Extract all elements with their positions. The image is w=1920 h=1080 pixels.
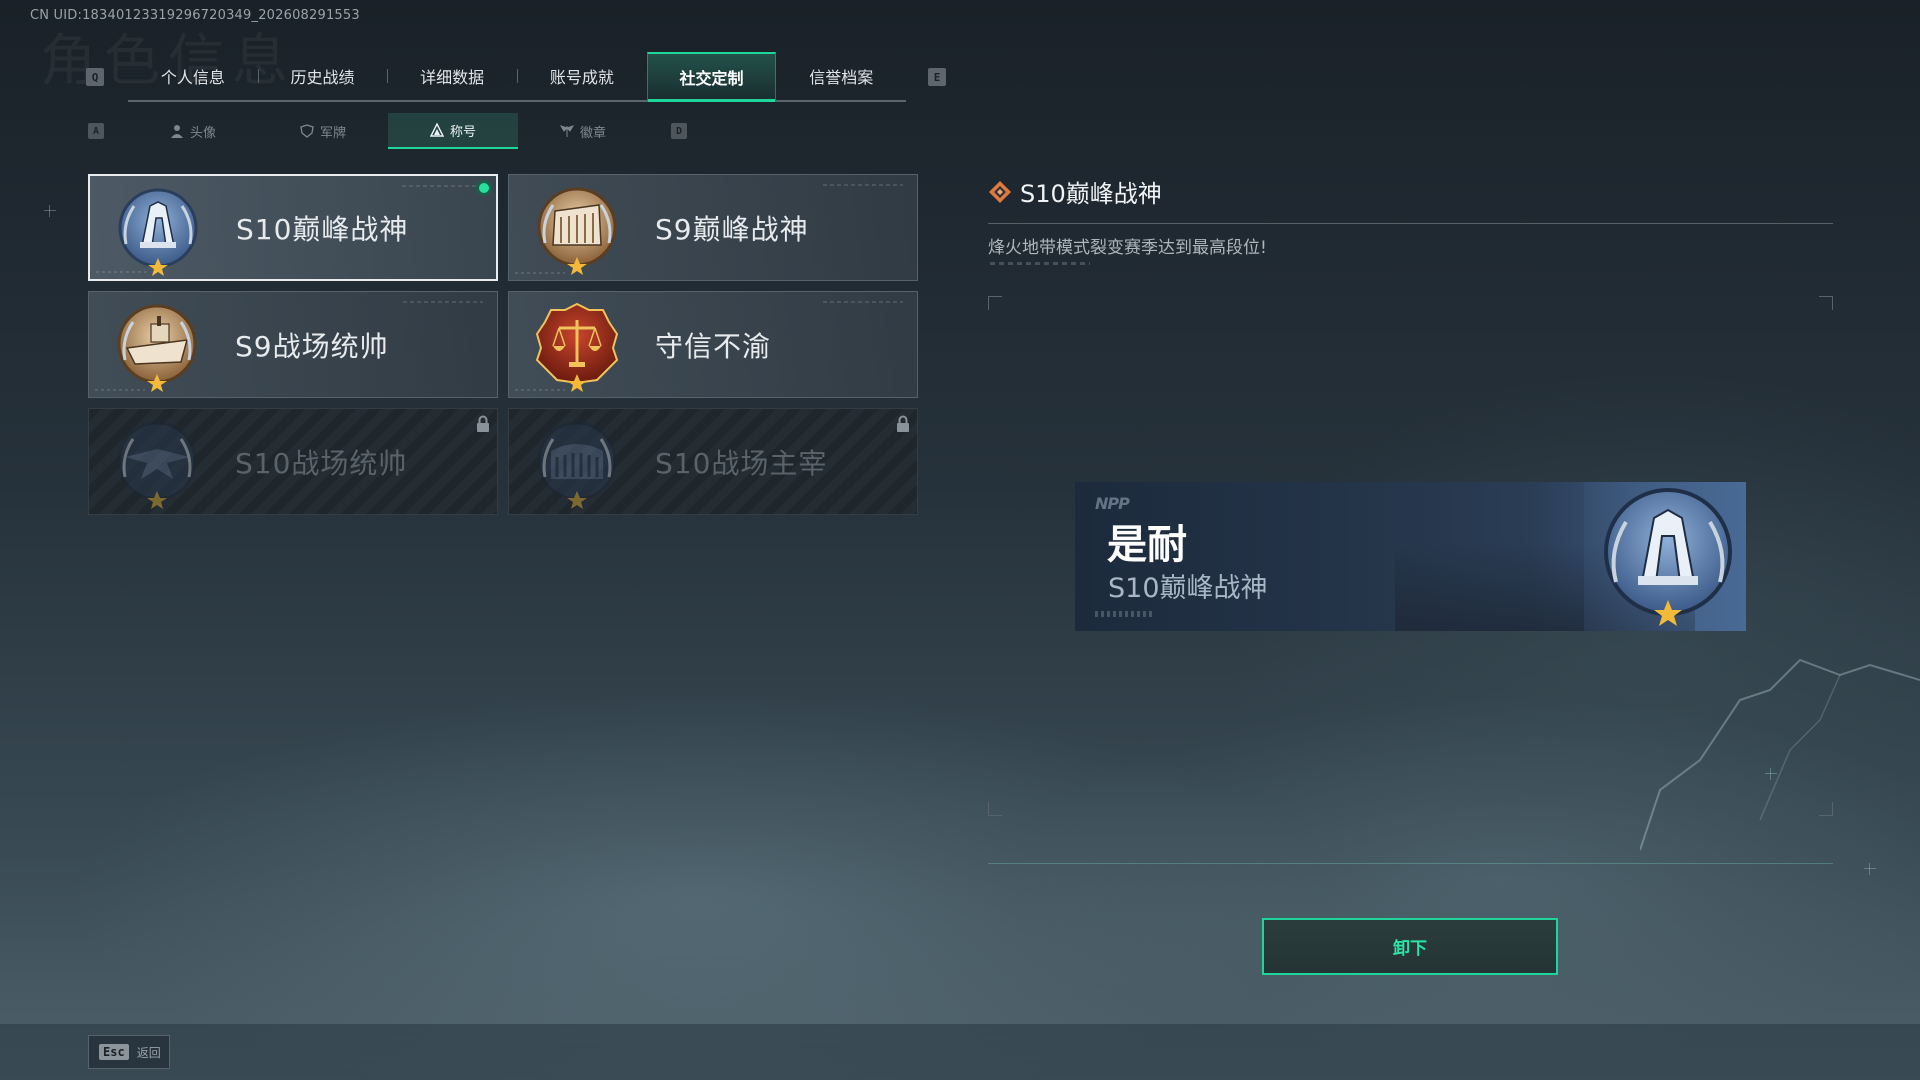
next-tab-key-hint[interactable]: E <box>928 68 946 86</box>
nameplate-emblem-panel <box>1584 482 1746 631</box>
tab-match-history[interactable]: 历史战绩 <box>257 52 388 100</box>
subtab-label: 徽章 <box>579 125 606 141</box>
back-button[interactable]: Esc 返回 <box>88 1035 170 1069</box>
main-tab-bar: 个人信息 历史战绩 详细数据 账号成就 社交定制 信誉档案 <box>128 52 906 102</box>
shield-icon <box>300 124 314 138</box>
title-card-s10-peak[interactable]: S10巅峰战神 <box>88 174 498 281</box>
subtab-label: 头像 <box>189 125 216 141</box>
esc-key-hint: Esc <box>99 1044 129 1060</box>
subtab-badge[interactable]: 徽章 <box>518 113 648 149</box>
blue-colosseum-emblem <box>537 421 617 509</box>
title-card-trustworthy[interactable]: 守信不渝 <box>508 291 918 398</box>
title-card-label: 守信不渝 <box>655 329 772 363</box>
title-card-label: S10战场统帅 <box>235 446 408 480</box>
tab-label: 账号成就 <box>549 68 614 87</box>
prev-tab-key-hint[interactable]: Q <box>86 68 104 86</box>
diamond-icon <box>989 180 1011 203</box>
title-card-label: S10巅峰战神 <box>236 212 409 246</box>
tab-label: 详细数据 <box>420 68 485 87</box>
person-icon <box>170 125 183 138</box>
frame-corner <box>988 296 1002 310</box>
frame-corner <box>1819 802 1833 816</box>
bottom-bar <box>0 1024 1920 1080</box>
title-card-label: S10战场主宰 <box>655 446 828 480</box>
blue-tower-emblem <box>118 188 198 276</box>
description-decoration <box>990 262 1090 265</box>
nameplate-preview: NPP 是耐 S10巅峰战神 <box>1075 482 1746 631</box>
tab-label: 历史战绩 <box>290 68 355 87</box>
subtab-title[interactable]: 称号 <box>388 113 518 149</box>
title-card-label: S9巅峰战神 <box>655 212 809 246</box>
tab-social-custom[interactable]: 社交定制 <box>646 52 777 102</box>
title-card-s10-commander[interactable]: S10战场统帅 <box>88 408 498 515</box>
title-card-label: S9战场统帅 <box>235 329 389 363</box>
red-scales-emblem <box>535 302 619 392</box>
frame-corner <box>1819 296 1833 310</box>
detail-divider <box>988 223 1833 224</box>
nameplate-player-name: 是耐 <box>1107 522 1187 568</box>
lock-icon <box>477 415 489 432</box>
subtab-label: 称号 <box>449 124 476 140</box>
subtab-dogtag[interactable]: 军牌 <box>258 113 388 149</box>
detail-bottom-line <box>988 863 1833 864</box>
tab-label: 个人信息 <box>160 68 225 87</box>
crosshair-decoration <box>44 205 56 217</box>
back-label: 返回 <box>136 1045 161 1060</box>
prev-subtab-key-hint[interactable]: A <box>88 123 104 139</box>
triangle-icon <box>429 123 444 137</box>
tab-label: 社交定制 <box>679 69 744 88</box>
bronze-ship-emblem <box>117 304 197 392</box>
card-decoration <box>823 184 903 186</box>
crosshair-decoration <box>1864 863 1876 875</box>
tab-achievements[interactable]: 账号成就 <box>517 52 647 100</box>
subtab-label: 军牌 <box>319 125 346 141</box>
tab-label: 信誉档案 <box>809 68 874 87</box>
tab-detailed-stats[interactable]: 详细数据 <box>387 52 517 100</box>
detail-header: S10巅峰战神 <box>988 174 1162 209</box>
detail-title: S10巅峰战神 <box>1020 180 1162 208</box>
tab-personal-info[interactable]: 个人信息 <box>128 52 258 100</box>
detail-description: 烽火地带模式裂变赛季达到最高段位! <box>988 238 1267 258</box>
title-card-s9-commander[interactable]: S9战场统帅 <box>88 291 498 398</box>
blue-tower-emblem <box>1604 488 1732 626</box>
lock-icon <box>897 415 909 432</box>
title-card-s9-peak[interactable]: S9巅峰战神 <box>508 174 918 281</box>
next-subtab-key-hint[interactable]: D <box>671 123 687 139</box>
nameplate-title: S10巅峰战神 <box>1108 573 1268 604</box>
bronze-building-emblem <box>537 187 617 275</box>
title-card-s10-dominator[interactable]: S10战场主宰 <box>508 408 918 515</box>
wings-icon <box>559 125 574 137</box>
equipped-indicator <box>476 180 492 196</box>
subtab-avatar[interactable]: 头像 <box>128 113 258 149</box>
nameplate-decoration <box>1095 611 1155 617</box>
card-decoration <box>823 301 903 303</box>
nameplate-logo: NPP <box>1095 494 1130 513</box>
blue-jet-emblem <box>117 421 197 509</box>
frame-corner <box>988 802 1002 816</box>
tab-credit-record[interactable]: 信誉档案 <box>776 52 906 100</box>
card-decoration <box>402 185 482 187</box>
sub-tab-bar: 头像 军牌 称号 徽章 <box>128 113 648 149</box>
card-decoration <box>403 301 483 303</box>
uid-text: CN UID:18340123319296720349_202608291553 <box>30 8 360 23</box>
unequip-button[interactable]: 卸下 <box>1262 918 1558 975</box>
